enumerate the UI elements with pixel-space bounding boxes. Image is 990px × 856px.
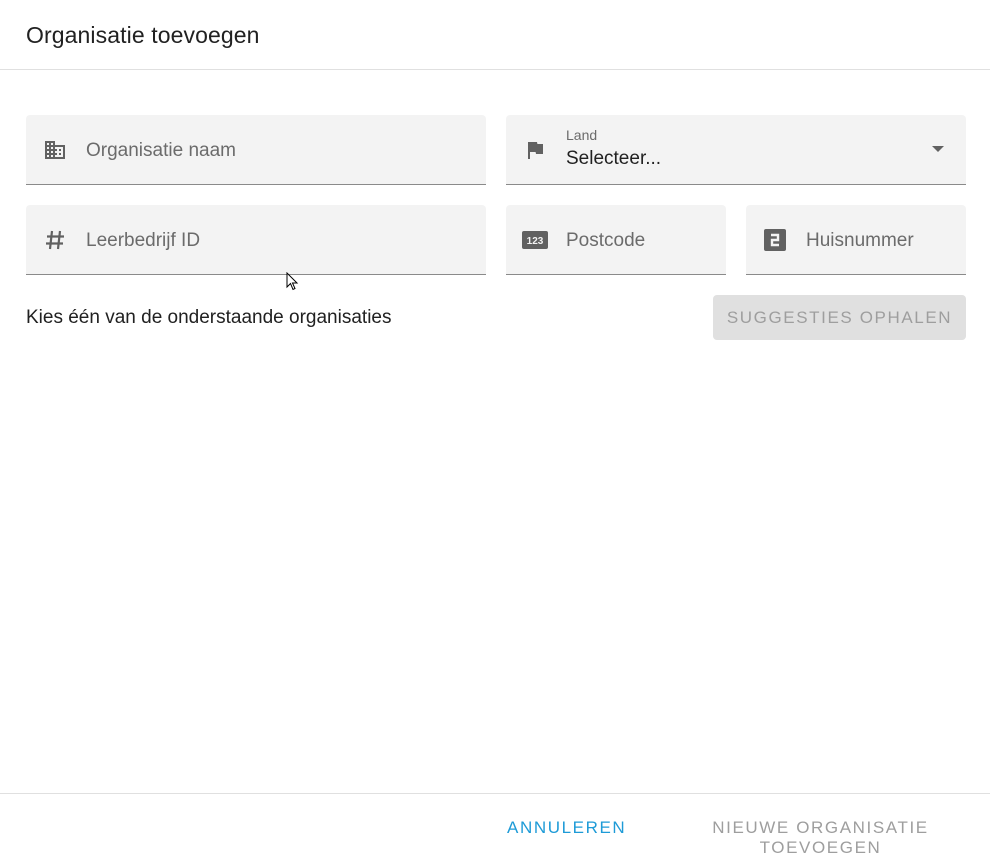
leerbedrijf-id-placeholder: Leerbedrijf ID <box>86 230 201 251</box>
dropdown-arrow-icon[interactable] <box>932 146 944 152</box>
suggestions-hint: Kies één van de onderstaande organisatie… <box>26 307 392 328</box>
leerbedrijf-id-field[interactable]: Leerbedrijf ID <box>26 205 486 275</box>
numeric-123-icon: 123 <box>522 227 548 253</box>
huisnummer-field[interactable]: Huisnummer <box>746 205 966 275</box>
country-select[interactable]: Land Selecteer... <box>506 115 966 185</box>
numeric-2-box-icon <box>762 227 788 253</box>
domain-icon <box>42 137 68 163</box>
country-label: Land <box>566 127 598 143</box>
svg-text:123: 123 <box>527 236 544 247</box>
flag-icon <box>522 137 548 163</box>
postcode-placeholder: Postcode <box>566 230 646 251</box>
huisnummer-placeholder: Huisnummer <box>806 230 914 251</box>
hash-icon <box>42 227 68 253</box>
mouse-cursor-icon <box>286 272 299 291</box>
dialog-title: Organisatie toevoegen <box>26 22 260 48</box>
country-value: Selecteer... <box>566 148 662 169</box>
organisation-name-placeholder: Organisatie naam <box>86 140 236 161</box>
organisation-name-field[interactable]: Organisatie naam <box>26 115 486 185</box>
cancel-button[interactable]: ANNULEREN <box>507 818 626 838</box>
dialog-footer: ANNULEREN NIEUWE ORGANISATIE TOEVOEGEN <box>0 793 990 856</box>
dialog-header: Organisatie toevoegen <box>0 0 990 70</box>
add-new-organisation-button[interactable]: NIEUWE ORGANISATIE TOEVOEGEN <box>651 818 990 856</box>
postcode-field[interactable]: 123 Postcode <box>506 205 726 275</box>
fetch-suggestions-button[interactable]: SUGGESTIES OPHALEN <box>713 295 966 340</box>
